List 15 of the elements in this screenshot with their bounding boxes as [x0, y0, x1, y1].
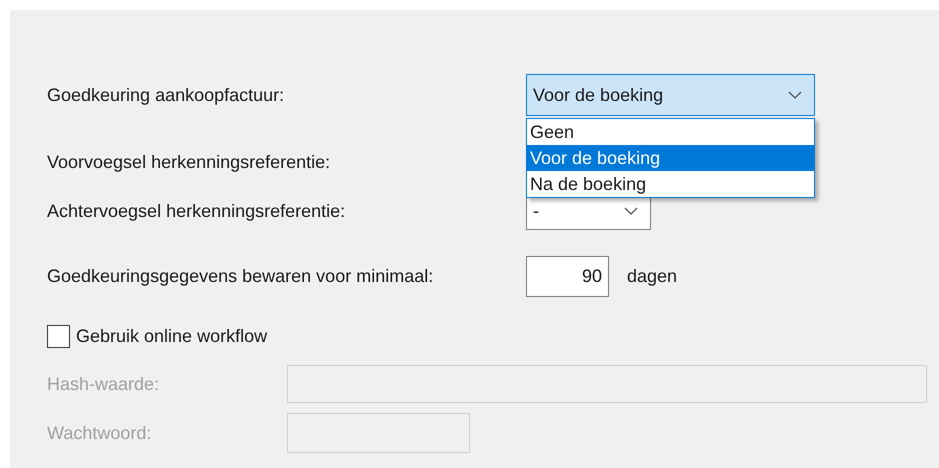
unit-label: dagen — [627, 265, 678, 288]
number-field[interactable]: 90 — [526, 256, 609, 297]
field-label: Goedkeuringsgegevens bewaren voor minimaal: — [47, 265, 434, 288]
field-label: Goedkeuring aankoopfactuur: — [47, 84, 284, 107]
field-label: Gebruik online workflow — [76, 324, 268, 348]
field-label: Wachtwoord: — [47, 422, 152, 444]
chevron-down-icon — [788, 91, 802, 99]
dropdown[interactable]: Voor de boeking — [526, 74, 815, 116]
dropdown-option[interactable]: Geen — [527, 119, 814, 145]
field-label: Voorvoegsel herkenningsreferentie: — [47, 150, 330, 174]
checkbox[interactable] — [47, 324, 70, 348]
field-label: Achtervoegsel herkenningsreferentie: — [47, 200, 346, 223]
chevron-down-icon — [624, 207, 638, 215]
field-label: Hash-waarde: — [47, 372, 160, 396]
dropdown-option[interactable]: Voor de boeking — [527, 145, 814, 171]
